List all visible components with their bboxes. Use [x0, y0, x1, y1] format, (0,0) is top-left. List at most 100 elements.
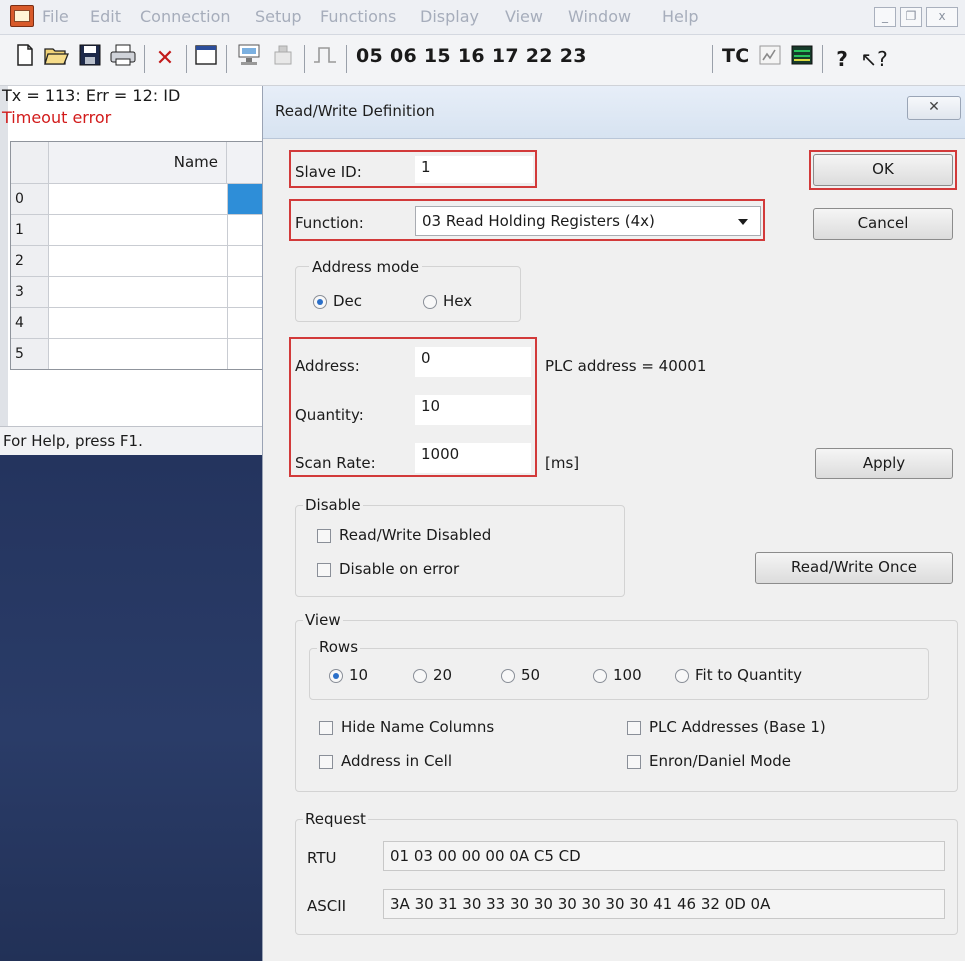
radio-dec-label[interactable]: Dec: [333, 292, 362, 310]
scan-rate-input[interactable]: 1000: [415, 443, 531, 473]
menu-functions[interactable]: Functions: [320, 7, 396, 26]
function-code-buttons[interactable]: 05 06 15 16 17 22 23: [356, 45, 587, 67]
delete-icon[interactable]: ✕: [150, 44, 180, 74]
address-label: Address:: [295, 357, 360, 375]
checkbox-plc-addresses[interactable]: [627, 721, 641, 735]
status-bar: For Help, press F1.: [0, 426, 265, 455]
address-input[interactable]: 0: [415, 347, 531, 377]
menu-window[interactable]: Window: [568, 7, 631, 26]
value-cell-selected[interactable]: [228, 184, 263, 214]
ok-button[interactable]: OK: [813, 154, 953, 186]
checkbox-hide-name-columns-label[interactable]: Hide Name Columns: [341, 718, 494, 736]
name-cell[interactable]: [49, 277, 228, 307]
radio-rows-20[interactable]: [413, 669, 427, 683]
checkbox-rw-disabled-label[interactable]: Read/Write Disabled: [339, 526, 491, 544]
checkbox-hide-name-columns[interactable]: [319, 721, 333, 735]
checkbox-disable-on-error-label[interactable]: Disable on error: [339, 560, 459, 578]
radio-rows-10[interactable]: [329, 669, 343, 683]
function-select[interactable]: 03 Read Holding Registers (4x): [415, 206, 761, 236]
request-title: Request: [303, 810, 368, 828]
quantity-input[interactable]: 10: [415, 395, 531, 425]
checkbox-plc-addresses-label[interactable]: PLC Addresses (Base 1): [649, 718, 826, 736]
minimize-button[interactable]: _: [874, 7, 896, 27]
checkbox-enron-daniel-label[interactable]: Enron/Daniel Mode: [649, 752, 791, 770]
rtu-request-field[interactable]: 01 03 00 00 00 0A C5 CD: [383, 841, 945, 871]
checkbox-disable-on-error[interactable]: [317, 563, 331, 577]
value-cell[interactable]: [228, 215, 263, 245]
pulse-icon[interactable]: [310, 44, 340, 74]
app-icon[interactable]: [10, 5, 34, 27]
open-icon[interactable]: [42, 44, 72, 74]
restore-button[interactable]: ❐: [900, 7, 922, 27]
table-row[interactable]: 4: [11, 308, 263, 339]
radio-dec[interactable]: [313, 295, 327, 309]
row-index: 0: [11, 184, 49, 214]
table-row[interactable]: 0: [11, 184, 263, 215]
checkbox-address-in-cell-label[interactable]: Address in Cell: [341, 752, 452, 770]
menu-setup[interactable]: Setup: [255, 7, 302, 26]
slave-id-input[interactable]: 1: [415, 156, 533, 183]
radio-rows-10-label[interactable]: 10: [349, 666, 368, 684]
name-cell[interactable]: [49, 184, 228, 214]
radio-rows-100-label[interactable]: 100: [613, 666, 642, 684]
window-icon[interactable]: [192, 44, 220, 74]
menu-help[interactable]: Help: [662, 7, 698, 26]
close-icon: ✕: [928, 99, 940, 115]
radio-rows-fit[interactable]: [675, 669, 689, 683]
scan-rate-unit: [ms]: [545, 454, 580, 472]
radio-hex[interactable]: [423, 295, 437, 309]
connect-icon[interactable]: [234, 44, 264, 74]
radio-rows-fit-label[interactable]: Fit to Quantity: [695, 666, 802, 684]
radio-rows-20-label[interactable]: 20: [433, 666, 452, 684]
print-icon[interactable]: [108, 44, 138, 74]
menu-file[interactable]: File: [42, 7, 69, 26]
toolbar-separator: [304, 45, 305, 73]
dialog-close-button[interactable]: ✕: [907, 96, 961, 120]
table-row[interactable]: 2: [11, 246, 263, 277]
radio-rows-50[interactable]: [501, 669, 515, 683]
value-cell[interactable]: [228, 339, 263, 369]
name-cell[interactable]: [49, 339, 228, 369]
dialog-title-bar[interactable]: Read/Write Definition ✕: [263, 86, 965, 139]
new-icon[interactable]: [12, 44, 38, 74]
close-window-button[interactable]: x: [926, 7, 958, 27]
name-cell[interactable]: [49, 246, 228, 276]
table-row[interactable]: 1: [11, 215, 263, 246]
checkbox-address-in-cell[interactable]: [319, 755, 333, 769]
menu-display[interactable]: Display: [420, 7, 479, 26]
tc-button[interactable]: TC: [722, 45, 750, 67]
table-row[interactable]: 5: [11, 339, 263, 369]
ascii-request-field[interactable]: 3A 30 31 30 33 30 30 30 30 30 30 41 46 3…: [383, 889, 945, 919]
restore-icon: ❐: [905, 9, 917, 23]
value-cell[interactable]: [228, 246, 263, 276]
menu-edit[interactable]: Edit: [90, 7, 121, 26]
radio-rows-50-label[interactable]: 50: [521, 666, 540, 684]
radio-rows-100[interactable]: [593, 669, 607, 683]
radio-hex-label[interactable]: Hex: [443, 292, 472, 310]
grid-header-value[interactable]: [228, 142, 263, 172]
read-write-once-button[interactable]: Read/Write Once: [755, 552, 953, 584]
menu-connection[interactable]: Connection: [140, 7, 231, 26]
save-icon[interactable]: [76, 44, 104, 74]
name-cell[interactable]: [49, 215, 228, 245]
cancel-button[interactable]: Cancel: [813, 208, 953, 240]
rtu-label: RTU: [307, 849, 337, 867]
checkbox-rw-disabled[interactable]: [317, 529, 331, 543]
name-cell[interactable]: [49, 308, 228, 338]
grid-header-name[interactable]: Name: [49, 142, 227, 183]
toolbar: ✕ 05 06 15 16 17 22 23 TC ? ↖?: [0, 35, 965, 86]
window-frame: [0, 86, 8, 456]
dialog-title: Read/Write Definition: [275, 102, 435, 120]
value-cell[interactable]: [228, 308, 263, 338]
help-icon[interactable]: ?: [830, 44, 854, 74]
context-help-icon[interactable]: ↖?: [860, 44, 888, 74]
quantity-label: Quantity:: [295, 406, 364, 424]
menu-view[interactable]: View: [505, 7, 543, 26]
disconnect-icon[interactable]: [268, 44, 298, 74]
table-row[interactable]: 3: [11, 277, 263, 308]
chart-icon[interactable]: [788, 44, 816, 74]
value-cell[interactable]: [228, 277, 263, 307]
checkbox-enron-daniel[interactable]: [627, 755, 641, 769]
apply-button[interactable]: Apply: [815, 448, 953, 479]
trace-icon[interactable]: [756, 44, 784, 74]
